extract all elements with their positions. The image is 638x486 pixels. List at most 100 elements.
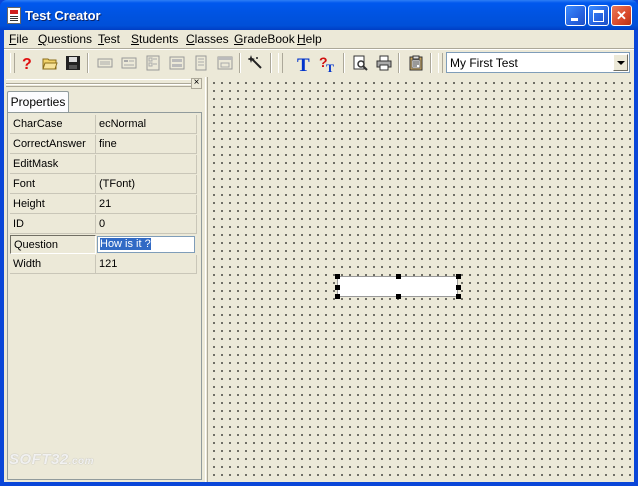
layout-3-button[interactable] — [143, 52, 163, 74]
property-name: EditMask — [10, 155, 96, 174]
layout-5-button[interactable] — [191, 52, 211, 74]
property-name: Height — [10, 195, 96, 214]
chevron-down-icon[interactable] — [613, 54, 628, 71]
toolbar-separator — [430, 53, 432, 73]
layout-1-icon — [97, 58, 113, 68]
window-border — [0, 482, 638, 486]
app-icon[interactable] — [7, 7, 21, 24]
layout-2-icon — [121, 57, 137, 69]
property-edit-selection: How is it ? — [100, 238, 151, 250]
layout-6-button[interactable] — [215, 52, 235, 74]
menu-test[interactable]: Test — [98, 32, 120, 46]
menu-gradebook[interactable]: GradeBook — [234, 32, 295, 46]
watermark-logo: SOFT32.com — [9, 451, 95, 468]
panel-close-button[interactable]: × — [191, 78, 202, 89]
question-text-button[interactable]: ? T — [317, 52, 337, 74]
app-window: Test Creator ✕ File Questions Test Stude… — [0, 0, 638, 486]
help-icon: ? — [22, 56, 32, 71]
toolbar-grip[interactable] — [10, 53, 15, 73]
menu-file[interactable]: File — [9, 32, 28, 46]
menu-bar: File Questions Test Students Classes Gra… — [4, 30, 634, 47]
resize-handle[interactable] — [396, 274, 401, 279]
property-row[interactable]: CorrectAnswer fine — [10, 135, 199, 155]
main-toolbar: ? T ? T My First Test — [4, 50, 634, 76]
property-row[interactable]: Height 21 — [10, 195, 199, 215]
layout-4-button[interactable] — [167, 52, 187, 74]
property-name: CharCase — [10, 115, 96, 134]
toolbar-separator — [398, 53, 400, 73]
text-tool-button[interactable]: T — [294, 52, 314, 74]
toolbar-separator — [87, 53, 89, 73]
menu-help[interactable]: Help — [297, 32, 322, 46]
design-canvas[interactable] — [208, 77, 634, 482]
resize-handle[interactable] — [335, 294, 340, 299]
magic-wand-button[interactable] — [246, 52, 266, 74]
layout-6-icon — [217, 56, 233, 70]
property-grid: CharCase ecNormal CorrectAnswer fine Edi… — [10, 115, 199, 275]
print-icon — [376, 55, 392, 71]
property-row[interactable]: ID 0 — [10, 215, 199, 235]
save-button[interactable] — [63, 52, 83, 74]
tab-properties[interactable]: Properties — [7, 91, 69, 113]
menu-students[interactable]: Students — [131, 32, 178, 46]
property-value[interactable]: 0 — [96, 215, 197, 234]
window-border — [0, 30, 4, 486]
layout-4-icon — [169, 56, 185, 70]
layout-2-button[interactable] — [119, 52, 139, 74]
layout-5-icon — [195, 55, 207, 71]
text-tool-icon: T — [297, 55, 310, 73]
print-button[interactable] — [374, 52, 394, 74]
property-row[interactable]: CharCase ecNormal — [10, 115, 199, 135]
close-icon: ✕ — [616, 8, 627, 23]
minimize-button[interactable] — [565, 5, 586, 26]
property-value[interactable]: (TFont) — [96, 175, 197, 194]
property-value[interactable]: 121 — [96, 255, 197, 274]
layout-1-button[interactable] — [95, 52, 115, 74]
save-icon — [66, 56, 80, 70]
property-row[interactable]: Width 121 — [10, 255, 199, 275]
print-preview-icon — [353, 55, 368, 71]
magic-wand-icon — [248, 55, 262, 69]
svg-text:T: T — [326, 61, 334, 73]
property-row-selected[interactable]: Question How is it ? — [10, 235, 199, 255]
clipboard-button[interactable] — [406, 52, 426, 74]
property-name: ID — [10, 215, 96, 234]
properties-panel: × Properties CharCase ecNormal CorrectAn… — [4, 77, 205, 482]
menu-questions[interactable]: Questions — [38, 32, 92, 46]
open-folder-icon — [42, 58, 58, 70]
maximize-button[interactable] — [588, 5, 609, 26]
property-value[interactable]: 21 — [96, 195, 197, 214]
menu-classes[interactable]: Classes — [186, 32, 229, 46]
maximize-icon — [593, 10, 604, 22]
resize-handle[interactable] — [396, 294, 401, 299]
clipboard-icon — [409, 55, 423, 71]
client-area: File Questions Test Students Classes Gra… — [4, 30, 634, 482]
resize-handle[interactable] — [456, 294, 461, 299]
toolbar-separator — [239, 53, 241, 73]
property-name: CorrectAnswer — [10, 135, 96, 154]
resize-handle[interactable] — [335, 274, 340, 279]
print-preview-button[interactable] — [350, 52, 370, 74]
toolbar-grip[interactable] — [438, 53, 443, 73]
property-value[interactable]: ecNormal — [96, 115, 197, 134]
help-button[interactable]: ? — [17, 52, 37, 74]
panel-grip[interactable] — [6, 79, 191, 87]
close-button[interactable]: ✕ — [611, 5, 632, 26]
question-text-icon: ?T — [319, 55, 334, 73]
toolbar-grip[interactable] — [278, 53, 283, 73]
property-row[interactable]: EditMask — [10, 155, 199, 175]
resize-handle[interactable] — [335, 285, 340, 290]
property-row[interactable]: Font (TFont) — [10, 175, 199, 195]
property-value[interactable]: fine — [96, 135, 197, 154]
title-bar[interactable]: Test Creator ✕ — [0, 0, 638, 30]
property-edit-field[interactable]: How is it ? — [97, 236, 195, 253]
test-select[interactable]: My First Test — [446, 52, 630, 73]
resize-handle[interactable] — [456, 285, 461, 290]
open-button[interactable] — [40, 52, 60, 74]
toolbar-separator — [270, 53, 272, 73]
property-name: Width — [10, 255, 96, 274]
resize-handle[interactable] — [456, 274, 461, 279]
property-name: Font — [10, 175, 96, 194]
window-title: Test Creator — [25, 8, 101, 23]
property-value[interactable] — [96, 155, 197, 174]
